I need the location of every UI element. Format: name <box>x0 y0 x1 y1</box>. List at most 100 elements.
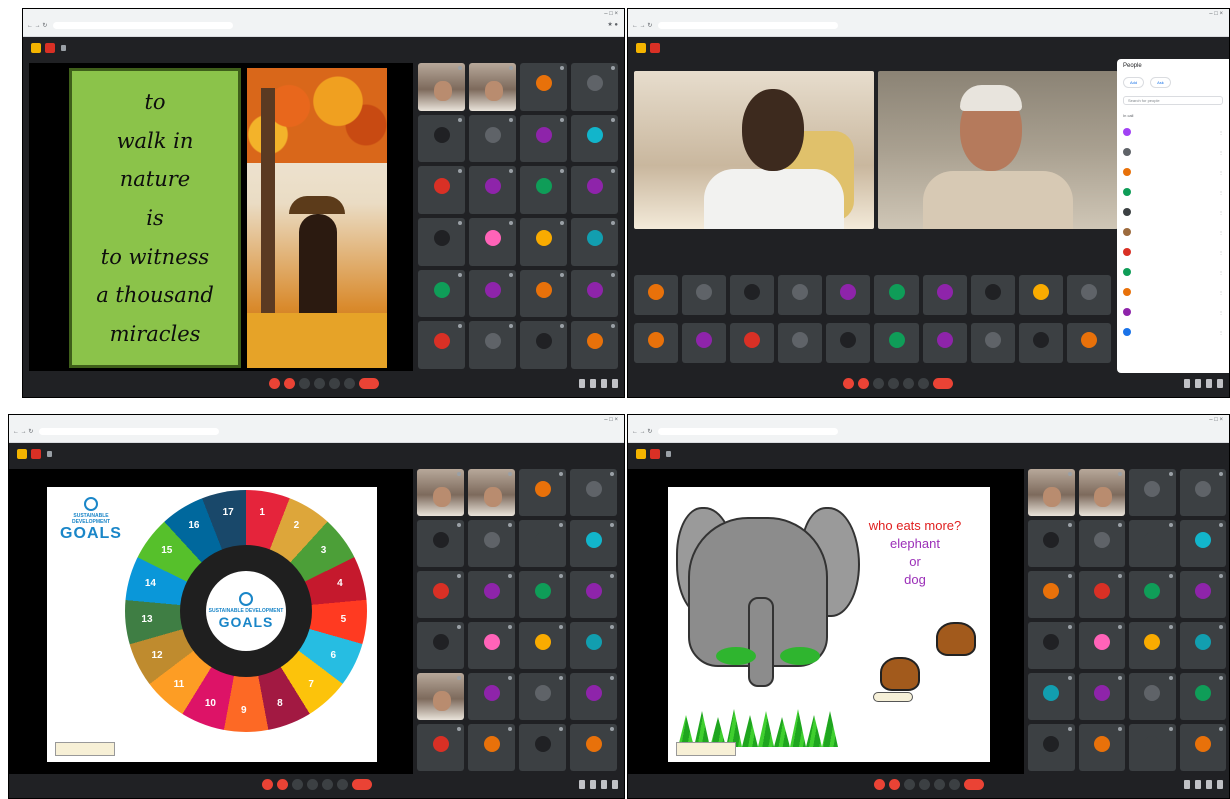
participant-tile[interactable] <box>922 323 967 363</box>
captions-button[interactable] <box>291 779 303 790</box>
participant-tile[interactable] <box>519 622 566 669</box>
more-options-button[interactable] <box>948 779 960 790</box>
participant-tile[interactable] <box>1028 520 1075 567</box>
participant-tile[interactable] <box>418 63 465 111</box>
participant-tile[interactable] <box>1078 520 1125 567</box>
info-icon[interactable] <box>1184 379 1190 388</box>
participant-tile[interactable] <box>1018 323 1063 363</box>
participant-tile[interactable] <box>1028 622 1075 669</box>
participant-tile[interactable] <box>570 622 617 669</box>
participant-tile[interactable] <box>1028 469 1075 516</box>
browser-nav-icons[interactable]: ← → ↻ <box>13 428 33 435</box>
participant-tile[interactable] <box>1078 571 1125 618</box>
participant-tile[interactable] <box>418 166 465 214</box>
camera-off-button[interactable] <box>283 378 295 389</box>
participant-video-2[interactable] <box>878 71 1118 229</box>
participant-tile[interactable] <box>417 673 464 720</box>
participant-tile[interactable] <box>1066 323 1111 363</box>
more-vert-icon[interactable]: ⋮ <box>1219 330 1223 335</box>
participant-tile[interactable] <box>469 63 516 111</box>
participant-tile[interactable] <box>417 622 464 669</box>
participant-tile[interactable] <box>1129 469 1176 516</box>
participant-list-item[interactable]: ⋮ <box>1123 302 1223 322</box>
participant-tile[interactable] <box>571 321 618 369</box>
participant-tile[interactable] <box>418 218 465 266</box>
participant-tile[interactable] <box>417 571 464 618</box>
participant-tile[interactable] <box>469 218 516 266</box>
participant-tile[interactable] <box>682 323 727 363</box>
address-bar[interactable] <box>39 428 219 435</box>
participant-tile[interactable] <box>1028 724 1075 771</box>
participant-tile[interactable] <box>570 673 617 720</box>
mic-off-button[interactable] <box>268 378 280 389</box>
participant-tile[interactable] <box>778 275 823 315</box>
participant-list-item[interactable]: ⋮ <box>1123 122 1223 142</box>
participant-tile[interactable] <box>468 469 515 516</box>
participant-tile[interactable] <box>417 469 464 516</box>
people-icon[interactable] <box>590 379 596 388</box>
participant-tile[interactable] <box>520 166 567 214</box>
participant-tile[interactable] <box>418 269 465 318</box>
participant-tile[interactable] <box>417 724 464 771</box>
more-options-button[interactable] <box>336 779 348 790</box>
captions-button[interactable] <box>873 378 885 389</box>
participant-list-item[interactable]: ⋮ <box>1123 222 1223 242</box>
more-vert-icon[interactable]: ⋮ <box>1219 210 1223 215</box>
activities-icon[interactable] <box>1217 379 1223 388</box>
chat-icon[interactable] <box>1206 780 1212 789</box>
people-search-input[interactable]: Search for people <box>1123 96 1223 105</box>
more-vert-icon[interactable]: ⋮ <box>1219 150 1223 155</box>
leave-call-button[interactable] <box>358 378 379 389</box>
participant-tile[interactable] <box>519 673 566 720</box>
info-icon[interactable] <box>579 780 585 789</box>
participant-video-1[interactable] <box>634 71 874 229</box>
more-vert-icon[interactable]: ⋮ <box>1219 250 1223 255</box>
participant-tile[interactable] <box>1078 469 1125 516</box>
present-button[interactable] <box>933 779 945 790</box>
browser-nav-icons[interactable]: ← → ↻ <box>632 22 652 29</box>
participant-tile[interactable] <box>1078 673 1125 720</box>
participant-tile[interactable] <box>469 269 516 318</box>
camera-off-button[interactable] <box>276 779 288 790</box>
participant-tile[interactable] <box>571 166 618 214</box>
participant-tile[interactable] <box>1179 622 1226 669</box>
leave-call-button[interactable] <box>963 779 984 790</box>
browser-nav-icons[interactable]: ← → ↻ <box>27 22 47 29</box>
window-controls[interactable]: – □ × <box>1209 417 1223 423</box>
people-icon[interactable] <box>590 780 596 789</box>
participant-tile[interactable] <box>418 321 465 369</box>
participant-tile[interactable] <box>571 269 618 318</box>
participant-tile[interactable] <box>520 269 567 318</box>
participant-tile[interactable] <box>1078 622 1125 669</box>
mic-off-button[interactable] <box>843 378 855 389</box>
participant-tile[interactable] <box>1129 673 1176 720</box>
participant-tile[interactable] <box>469 114 516 163</box>
present-button[interactable] <box>903 378 915 389</box>
participant-tile[interactable] <box>1179 724 1226 771</box>
participant-tile[interactable] <box>519 724 566 771</box>
participant-tile[interactable] <box>1028 571 1075 618</box>
participant-tile[interactable] <box>519 571 566 618</box>
camera-off-button[interactable] <box>888 779 900 790</box>
activities-icon[interactable] <box>612 379 618 388</box>
participant-tile[interactable] <box>778 323 823 363</box>
window-controls[interactable]: – □ × <box>604 11 618 17</box>
participant-tile[interactable] <box>874 323 919 363</box>
more-vert-icon[interactable]: ⋮ <box>1219 310 1223 315</box>
activities-icon[interactable] <box>612 780 618 789</box>
participant-list-item[interactable]: ⋮ <box>1123 262 1223 282</box>
participant-tile[interactable] <box>570 469 617 516</box>
participant-tile[interactable] <box>682 275 727 315</box>
participant-tile[interactable] <box>874 275 919 315</box>
participant-tile[interactable] <box>730 275 775 315</box>
participant-tile[interactable] <box>519 469 566 516</box>
chat-icon[interactable] <box>1206 379 1212 388</box>
participant-tile[interactable] <box>571 114 618 163</box>
participant-tile[interactable] <box>570 724 617 771</box>
participant-tile[interactable] <box>520 114 567 163</box>
participant-list-item[interactable]: ⋮ <box>1123 202 1223 222</box>
participant-tile[interactable] <box>826 275 871 315</box>
participant-list-item[interactable]: ⋮ <box>1123 242 1223 262</box>
browser-extension-icons[interactable]: ★ ● <box>607 21 618 28</box>
people-icon[interactable] <box>1195 379 1201 388</box>
